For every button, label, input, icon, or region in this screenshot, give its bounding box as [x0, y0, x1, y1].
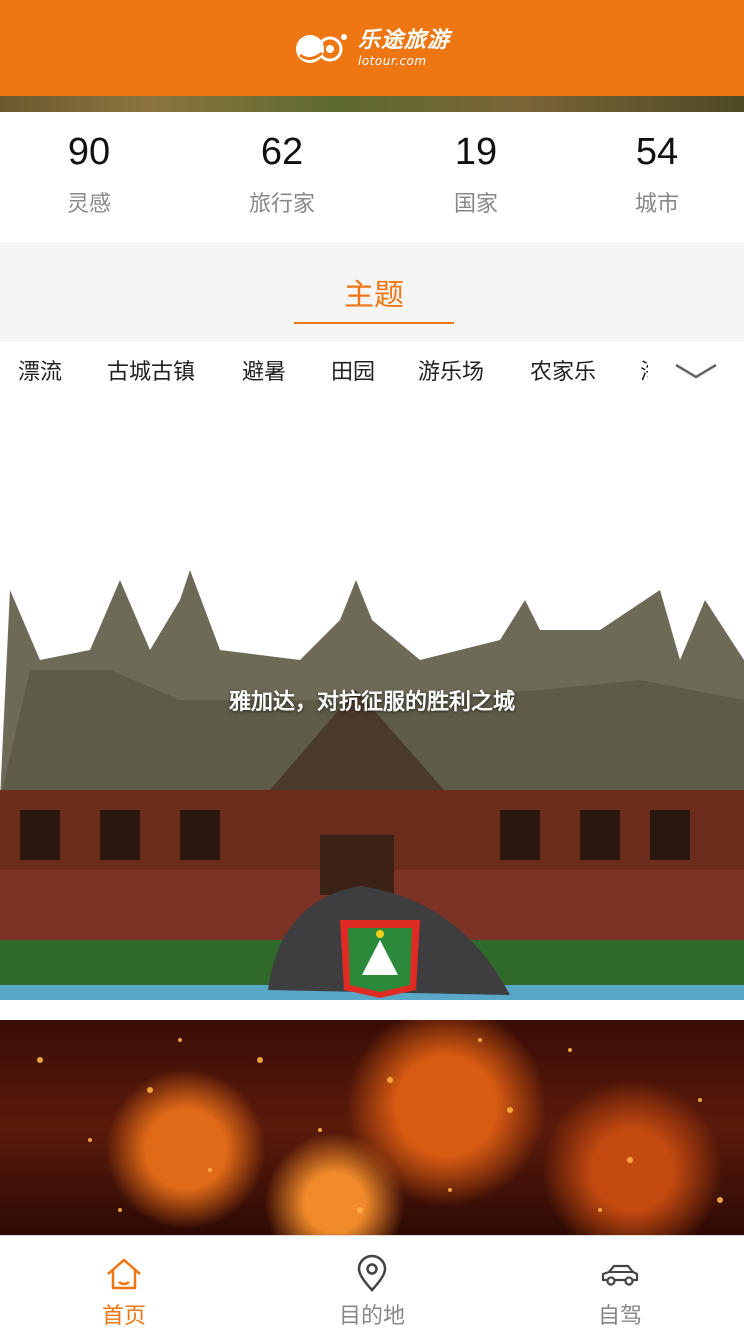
stat-countries[interactable]: 19 国家: [406, 130, 546, 218]
stat-value: 90: [67, 131, 111, 173]
brand-logo[interactable]: 乐途旅游 lotour.com: [294, 29, 450, 67]
header-photo-strip: [0, 96, 744, 112]
theme-section-header: 主题: [0, 242, 744, 342]
app-header: 乐途旅游 lotour.com: [0, 0, 744, 96]
stat-label: 国家: [453, 192, 498, 217]
stat-value: 54: [635, 131, 679, 173]
stat-label: 灵感: [66, 192, 111, 217]
bottom-nav: 首页 目的地 自驾: [0, 1235, 744, 1331]
stat-value: 19: [454, 131, 498, 173]
theme-title: 主题: [344, 278, 404, 313]
card-caption: 雅加达，对抗征服的胜利之城: [228, 690, 515, 715]
nav-label: 自驾: [597, 1304, 642, 1329]
chevron-down-icon: [675, 363, 717, 379]
theme-tabs: 漂流 古城古镇 避暑 田园 游乐场 农家乐 海: [0, 342, 744, 400]
card-divider: [0, 1000, 744, 1020]
stat-cities[interactable]: 54 城市: [587, 130, 727, 218]
location-pin-icon: [357, 1254, 387, 1292]
destination-card[interactable]: 雅加达，对抗征服的胜利之城: [0, 400, 744, 1000]
destination-card[interactable]: [0, 1020, 744, 1235]
tab-farm-stay[interactable]: 农家乐: [530, 354, 596, 386]
brand-logo-icon: [295, 34, 347, 63]
brand-name-en: lotour.com: [357, 53, 427, 68]
nav-home[interactable]: 首页: [0, 1236, 248, 1331]
nav-destination[interactable]: 目的地: [248, 1236, 496, 1331]
tab-rafting[interactable]: 漂流: [18, 354, 62, 386]
tab-ancient-towns[interactable]: 古城古镇: [107, 354, 195, 386]
tab-countryside[interactable]: 田园: [331, 354, 375, 386]
tabs-expand-button[interactable]: [648, 342, 744, 400]
car-icon: [601, 1264, 639, 1286]
tab-amusement-park[interactable]: 游乐场: [418, 354, 484, 386]
stat-inspiration[interactable]: 90 灵感: [19, 130, 159, 218]
nav-self-drive[interactable]: 自驾: [496, 1236, 744, 1331]
stats-bar: 90 灵感 62 旅行家 19 国家 54 城市: [0, 112, 744, 242]
card-image: [37, 1038, 723, 1213]
home-icon: [107, 1258, 141, 1290]
stat-label: 城市: [634, 192, 679, 217]
theme-title-underline: [294, 322, 454, 324]
nav-label: 目的地: [338, 1304, 405, 1329]
brand-name-cn: 乐途旅游: [357, 27, 450, 53]
nav-label: 首页: [101, 1304, 146, 1329]
stat-travelers[interactable]: 62 旅行家: [212, 130, 352, 218]
stat-label: 旅行家: [248, 192, 315, 217]
tab-summer-retreat[interactable]: 避暑: [242, 354, 286, 386]
stat-value: 62: [260, 131, 304, 173]
